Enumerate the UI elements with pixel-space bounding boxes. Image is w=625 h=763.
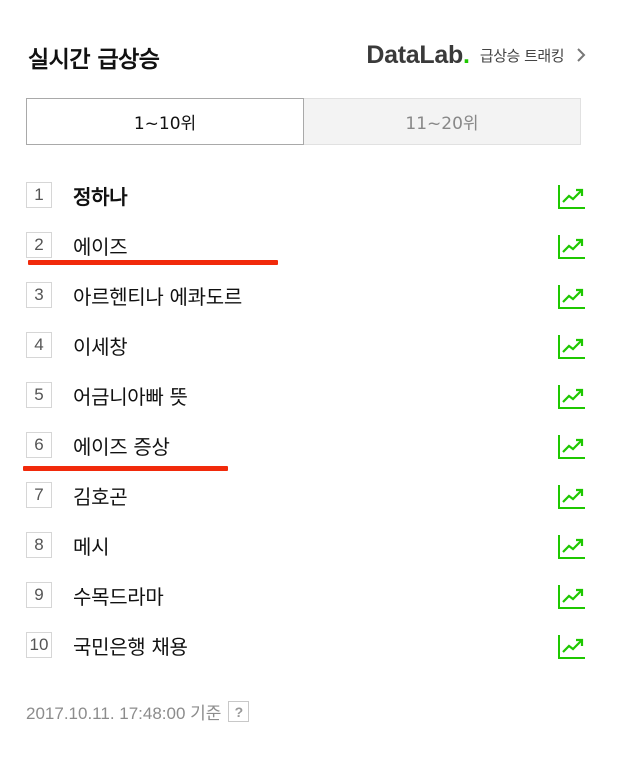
list-item[interactable]: 3 아르헨티나 에콰도르: [26, 270, 588, 320]
help-icon[interactable]: ?: [228, 701, 250, 722]
annotation-underline: [23, 466, 228, 471]
rank-keyword[interactable]: 에이즈 증상: [73, 431, 170, 460]
rank-tabs: 1~10위 11~20위: [26, 98, 581, 145]
list-item[interactable]: 8 메시: [26, 520, 588, 570]
trend-chart-icon[interactable]: [557, 582, 586, 610]
datalab-logo-dot: .: [462, 40, 470, 69]
rank-number: 10: [26, 632, 52, 658]
timestamp: 2017.10.11. 17:48:00 기준: [26, 704, 222, 723]
rank-keyword[interactable]: 정하나: [73, 181, 128, 210]
trend-chart-icon[interactable]: [557, 532, 586, 560]
rank-keyword[interactable]: 김호곤: [73, 481, 128, 510]
rank-number: 4: [26, 332, 52, 358]
rank-number: 6: [26, 432, 52, 458]
list-item[interactable]: 6 에이즈 증상: [26, 420, 588, 470]
trend-chart-icon[interactable]: [557, 382, 586, 410]
tab-rank-11-20[interactable]: 11~20위: [304, 98, 581, 145]
rank-number: 5: [26, 382, 52, 408]
rank-number: 2: [26, 232, 52, 258]
rank-number: 8: [26, 532, 52, 558]
datalab-link-text: 급상승 트래킹: [479, 46, 565, 65]
datalab-tracking-link[interactable]: DataLab. 급상승 트래킹: [366, 40, 588, 70]
trend-chart-icon[interactable]: [557, 182, 586, 210]
trend-chart-icon[interactable]: [557, 432, 586, 460]
list-item[interactable]: 5 어금니아빠 뜻: [26, 370, 588, 420]
page-title: 실시간 급상승: [28, 47, 160, 73]
trend-chart-icon[interactable]: [557, 332, 586, 360]
rank-keyword[interactable]: 에이즈: [73, 231, 128, 260]
list-item[interactable]: 10 국민은행 채용: [26, 620, 588, 670]
list-item[interactable]: 7 김호곤: [26, 470, 588, 520]
rank-number: 1: [26, 182, 52, 208]
rank-number: 3: [26, 282, 52, 308]
trend-chart-icon[interactable]: [557, 282, 586, 310]
footer: 2017.10.11. 17:48:00 기준 ?: [26, 699, 250, 724]
rank-number: 7: [26, 482, 52, 508]
rank-keyword[interactable]: 국민은행 채용: [73, 631, 188, 660]
rank-keyword[interactable]: 어금니아빠 뜻: [73, 381, 188, 410]
rank-keyword[interactable]: 이세창: [73, 331, 128, 360]
trend-chart-icon[interactable]: [557, 482, 586, 510]
trend-chart-icon[interactable]: [557, 232, 586, 260]
header: 실시간 급상승 DataLab. 급상승 트래킹: [28, 38, 588, 78]
rank-keyword[interactable]: 메시: [73, 531, 110, 560]
list-item[interactable]: 1 정하나: [26, 170, 588, 220]
trend-chart-icon[interactable]: [557, 632, 586, 660]
chevron-right-icon: [577, 48, 586, 62]
tab-rank-1-10[interactable]: 1~10위: [26, 98, 304, 145]
rank-keyword[interactable]: 수목드라마: [73, 581, 164, 610]
rank-number: 9: [26, 582, 52, 608]
list-item[interactable]: 4 이세창: [26, 320, 588, 370]
annotation-underline: [28, 260, 278, 265]
list-item[interactable]: 9 수목드라마: [26, 570, 588, 620]
datalab-logo: DataLab: [366, 40, 463, 69]
rank-keyword[interactable]: 아르헨티나 에콰도르: [73, 281, 242, 310]
rank-list: 1 정하나 2 에이즈 3 아르헨티나 에콰도르 4 이세창 5 어금니아빠 뜻 6 에이즈 증상 7 김…: [26, 170, 588, 670]
